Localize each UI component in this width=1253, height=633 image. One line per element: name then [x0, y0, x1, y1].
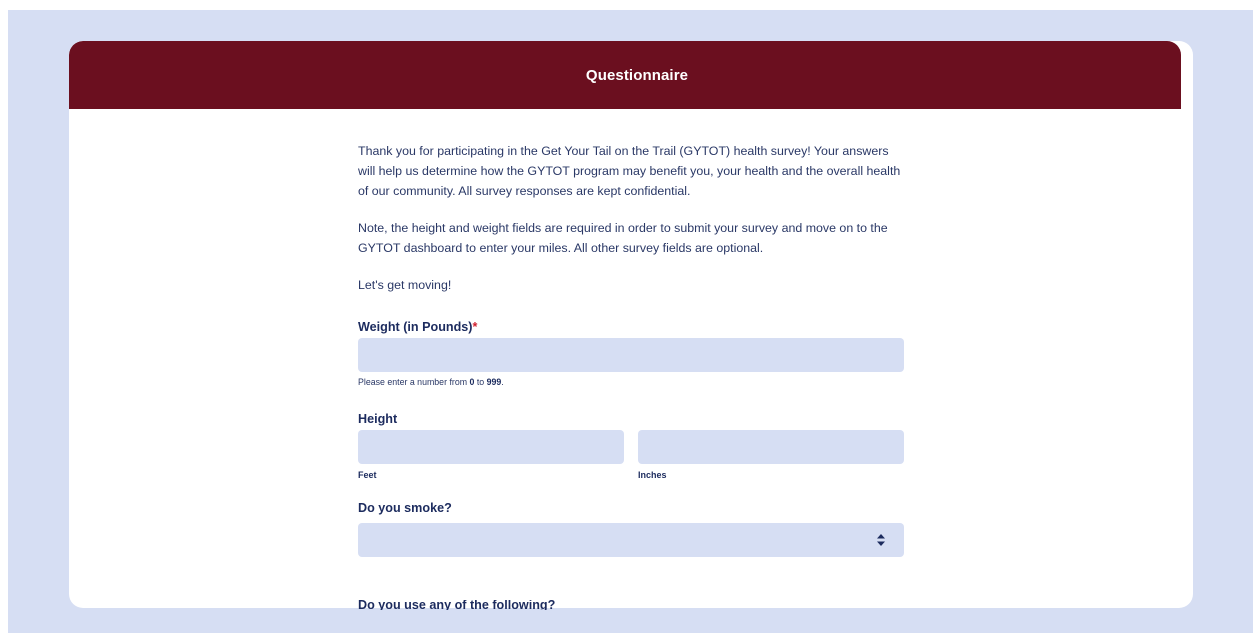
- weight-hint-prefix: Please enter a number from: [358, 377, 470, 387]
- weight-hint-max: 999: [486, 377, 502, 387]
- weight-hint-suffix: .: [501, 377, 504, 387]
- inches-label: Inches: [638, 470, 667, 480]
- weight-label: Weight (in Pounds)*: [358, 316, 906, 338]
- smoke-select[interactable]: [358, 523, 904, 557]
- intro-paragraph-3: Let's get moving!: [358, 278, 452, 292]
- weight-label-text: Weight (in Pounds): [358, 320, 473, 334]
- card-header: Questionnaire: [69, 41, 1181, 109]
- intro-paragraph-2: Note, the height and weight fields are r…: [358, 221, 888, 255]
- select-arrows-icon: [877, 534, 885, 546]
- questionnaire-card: Questionnaire Thank you for participatin…: [69, 41, 1193, 608]
- height-label: Height: [358, 412, 398, 426]
- smoke-label: Do you smoke?: [358, 501, 452, 515]
- next-question-label: Do you use any of the following?: [358, 600, 555, 610]
- intro-text: Thank you for participating in the Get Y…: [358, 141, 906, 295]
- page-title: Questionnaire: [585, 66, 689, 84]
- weight-field: Weight (in Pounds)* Please enter a numbe…: [358, 316, 906, 389]
- next-question-label-text: Do you use any of the following?: [358, 600, 556, 610]
- height-feet-group: Feet: [358, 430, 624, 482]
- height-field: Height Feet Inches: [358, 408, 906, 482]
- intro-paragraph-1: Thank you for participating in the Get Y…: [358, 144, 901, 198]
- weight-hint-mid: to: [474, 377, 487, 387]
- height-feet-input[interactable]: [358, 430, 624, 464]
- height-inches-input[interactable]: [638, 430, 904, 464]
- height-inputs-row: Feet Inches: [358, 430, 904, 482]
- weight-hint: Please enter a number from 0 to 999.: [358, 375, 906, 389]
- smoke-field: Do you smoke?: [358, 497, 906, 557]
- feet-label: Feet: [358, 470, 377, 480]
- weight-input[interactable]: [358, 338, 904, 372]
- required-asterisk: *: [472, 320, 478, 334]
- survey-form: Thank you for participating in the Get Y…: [358, 141, 906, 557]
- height-inches-group: Inches: [638, 430, 904, 482]
